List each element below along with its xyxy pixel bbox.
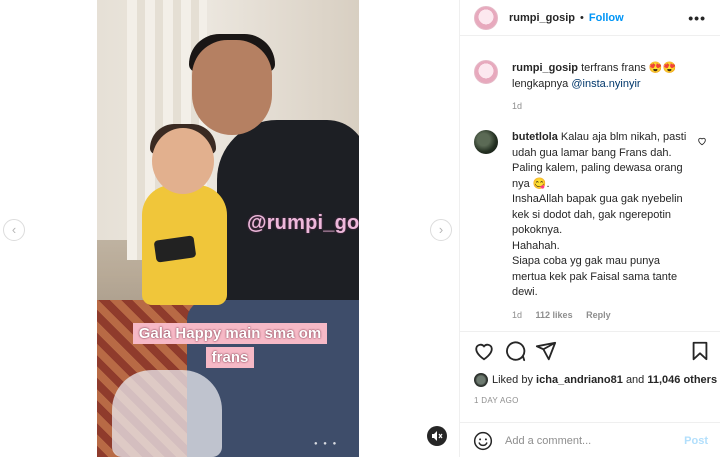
heart-icon[interactable]	[697, 136, 707, 149]
speaker-muted-icon[interactable]	[427, 426, 447, 446]
video-caption-line2: frans	[205, 347, 255, 368]
comment-likes[interactable]: 112 likes	[536, 310, 573, 320]
post-sidebar: rumpi_gosip • Follow ••• rumpi_gosip ter…	[459, 0, 720, 457]
video-caption: Gala Happy main sma om frans	[125, 322, 335, 370]
comment-input[interactable]	[505, 434, 675, 447]
commenter-avatar[interactable]	[474, 130, 498, 154]
emoji-icon[interactable]	[473, 431, 493, 451]
add-comment-bar: Post	[460, 422, 720, 457]
comment-line: dewi.	[512, 286, 538, 298]
caption-body: terfrans frans 😍😍	[581, 62, 677, 74]
video-caption-line1: Gala Happy main sma om	[132, 323, 328, 344]
separator: •	[580, 11, 584, 24]
comment-line: kek si dodot dah, gak ngerepotin	[512, 208, 672, 221]
chevron-right-icon[interactable]: ›	[430, 219, 452, 241]
comment-text: butetlola Kalau aja blm nikah, pasti uda…	[512, 130, 690, 301]
video-watermark: @rumpi_gosip	[247, 212, 359, 234]
comment-line: Hahahah.	[512, 239, 560, 252]
post-button[interactable]: Post	[684, 435, 708, 447]
comment-line: InshaAllah bapak gua gak nyebelin	[512, 193, 683, 205]
post-date[interactable]: 1 DAY AGO	[474, 396, 519, 405]
liked-by-count[interactable]: 11,046 others	[647, 374, 717, 386]
post-header: rumpi_gosip • Follow •••	[460, 0, 720, 36]
liked-by-prefix: Liked by	[492, 374, 533, 386]
video-person-head	[192, 40, 272, 135]
caption-mention[interactable]: @insta.nyinyir	[571, 78, 640, 90]
video-player[interactable]: @rumpi_gosip Gala Happy main sma om fran…	[97, 0, 359, 457]
action-icons	[473, 340, 709, 364]
follow-button[interactable]: Follow	[589, 12, 624, 24]
comment-username[interactable]: butetlola	[512, 131, 558, 143]
heart-icon[interactable]	[473, 340, 495, 362]
comment-line: udah gua lamar bang Frans dah.	[512, 146, 672, 159]
comment-time[interactable]: 1d	[512, 310, 522, 320]
more-horizontal-icon[interactable]: •••	[688, 10, 706, 26]
comment-line: mertua kek pak Faisal sama tante	[512, 270, 678, 283]
avatar[interactable]	[474, 60, 498, 84]
caption-text: rumpi_gosip terfrans frans 😍😍 lengkapnya…	[512, 60, 714, 92]
liked-by-user[interactable]: icha_andriano81	[536, 374, 623, 386]
share-icon[interactable]	[535, 340, 557, 362]
reply-button[interactable]: Reply	[586, 310, 611, 320]
video-plastic-bag	[112, 370, 222, 457]
caption-body-2: lengkapnya	[512, 78, 569, 90]
liked-by: Liked by icha_andriano81 and 11,046 othe…	[474, 373, 717, 387]
list-item: butetlola Kalau aja blm nikah, pasti uda…	[474, 130, 719, 320]
comment-line: Siapa coba yg gak mau punya	[512, 255, 660, 267]
chevron-left-icon[interactable]: ‹	[3, 219, 25, 241]
comment-meta: 1d 112 likes Reply	[512, 310, 719, 320]
avatar[interactable]	[474, 373, 488, 387]
media-panel: ‹ @rumpi_gosip Gala Happy main sma om fr…	[0, 0, 459, 457]
caption-timestamp[interactable]: 1d	[512, 101, 714, 111]
bookmark-icon[interactable]	[689, 340, 711, 362]
comments-list[interactable]: rumpi_gosip terfrans frans 😍😍 lengkapnya…	[460, 36, 720, 331]
avatar[interactable]	[474, 5, 498, 30]
post-actions: Liked by icha_andriano81 and 11,046 othe…	[460, 331, 720, 457]
header-username[interactable]: rumpi_gosip	[509, 12, 575, 24]
caption-username[interactable]: rumpi_gosip	[512, 62, 578, 74]
comment-line: Kalau aja blm nikah, pasti	[560, 131, 687, 143]
video-child-head	[152, 128, 214, 194]
post-caption: rumpi_gosip terfrans frans 😍😍 lengkapnya…	[474, 60, 714, 111]
comment-line: pokoknya.	[512, 224, 563, 236]
comment-line: nya 😋.	[512, 177, 550, 190]
carousel-dots: ● ● ●	[314, 441, 339, 447]
liked-by-and: and	[625, 374, 645, 386]
comment-line: Paling kalem, paling dewasa orang	[512, 162, 683, 174]
comment-icon[interactable]	[504, 340, 526, 362]
